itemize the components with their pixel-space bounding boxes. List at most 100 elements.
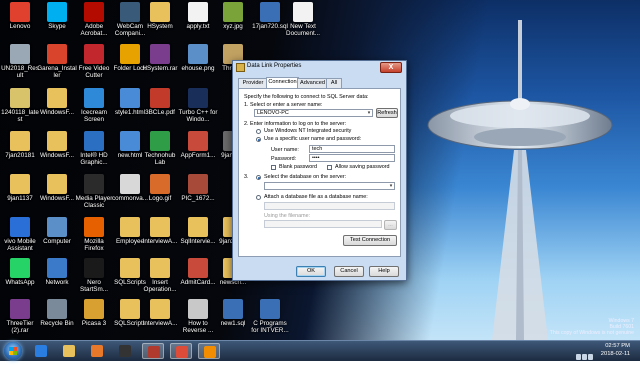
- start-button[interactable]: [4, 342, 22, 360]
- desktop-icon[interactable]: 3BCLe.pdf: [140, 88, 180, 116]
- desktop-icon[interactable]: apply.txt: [178, 2, 218, 30]
- desktop-icon[interactable]: SqlIntervie...: [178, 217, 218, 245]
- desktop-icon[interactable]: Insert Operation...: [140, 258, 180, 293]
- tab-connection[interactable]: Connection: [266, 77, 299, 88]
- dialog-titlebar[interactable]: Data Link Properties X: [233, 61, 406, 73]
- desktop-icon[interactable]: WhatsApp: [0, 258, 40, 286]
- desktop-icon[interactable]: Skype: [37, 2, 77, 30]
- sql-auth-radio[interactable]: [256, 137, 261, 142]
- desktop-icon[interactable]: PIC_1672...: [178, 174, 218, 202]
- file-icon: [10, 44, 30, 64]
- attach-database-radio[interactable]: [256, 195, 261, 200]
- clapper-taskbar-button[interactable]: [114, 343, 136, 359]
- desktop-icon[interactable]: Intel® HD Graphic...: [74, 131, 114, 166]
- desktop-icon-label: InterviewA...: [142, 320, 178, 327]
- blank-password-checkbox[interactable]: [271, 165, 276, 170]
- desktop-icon[interactable]: Lenovo: [0, 2, 40, 30]
- desktop-icon[interactable]: new1.sql: [213, 299, 253, 327]
- desktop-icon[interactable]: UN2018_Result: [0, 44, 40, 79]
- desktop-icon[interactable]: InterviewA...: [140, 299, 180, 327]
- desktop-icon[interactable]: Computer: [37, 217, 77, 245]
- tab-provider[interactable]: Provider: [238, 78, 268, 88]
- desktop-icon-label: apply.txt: [186, 23, 210, 30]
- desktop-icon[interactable]: WindowsF...: [37, 88, 77, 116]
- username-input[interactable]: tech: [309, 145, 395, 153]
- desktop-icon[interactable]: HSystem.rar: [140, 44, 180, 72]
- chevron-down-icon[interactable]: ▾: [388, 183, 394, 189]
- tab-advanced[interactable]: Advanced: [297, 78, 328, 88]
- database-combobox[interactable]: ▾: [264, 182, 395, 190]
- desktop-icon[interactable]: Technohub Lab: [140, 131, 180, 166]
- desktop-icon[interactable]: Free Video Cutter: [74, 44, 114, 79]
- password-input[interactable]: ••••: [309, 154, 395, 162]
- flag-icon[interactable]: [588, 354, 593, 360]
- file-icon: [10, 88, 30, 108]
- desktop-icon[interactable]: WindowsF...: [37, 174, 77, 202]
- desktop-icon[interactable]: ThreeTier (2).rar: [0, 299, 40, 334]
- server-name-combobox[interactable]: LENOVO-PC ▾: [254, 109, 373, 117]
- file-icon: [150, 131, 170, 151]
- desktop-icon-label: HSystem.rar: [142, 65, 178, 72]
- desktop-icon[interactable]: Garena_Installer: [37, 44, 77, 79]
- network-icon[interactable]: [576, 354, 581, 360]
- explorer-taskbar-button[interactable]: [58, 343, 80, 359]
- vlc-taskbar-button[interactable]: [198, 343, 220, 359]
- desktop-icon[interactable]: ehouse.png: [178, 44, 218, 72]
- desktop-icon[interactable]: Adobe Acrobat...: [74, 2, 114, 37]
- browse-button[interactable]: ...: [384, 220, 397, 230]
- desktop-icon-label: vivo Mobile Assistant: [4, 238, 36, 252]
- desktop-icon[interactable]: Logo.gif: [140, 174, 180, 202]
- desktop-icon[interactable]: How to Reverse ...: [178, 299, 218, 334]
- desktop-icon[interactable]: C Programs for INTVER...: [250, 299, 290, 334]
- desktop-icon[interactable]: 1240118_latest: [0, 88, 40, 123]
- cancel-button[interactable]: Cancel: [334, 266, 364, 277]
- desktop-icon[interactable]: 7jan20181: [0, 131, 40, 159]
- volume-icon[interactable]: [582, 354, 587, 360]
- desktop-icon[interactable]: Nero StartSm...: [74, 258, 114, 293]
- ie-taskbar-button[interactable]: [30, 343, 52, 359]
- file-icon: [47, 258, 67, 278]
- media-player-taskbar-button[interactable]: [86, 343, 108, 359]
- windows-logo-icon: [9, 347, 17, 355]
- desktop-icon[interactable]: Recycle Bin: [37, 299, 77, 327]
- filename-input[interactable]: [264, 220, 382, 228]
- help-button[interactable]: Help: [369, 266, 399, 277]
- desktop-icon[interactable]: Media Player Classic: [74, 174, 114, 209]
- tab-all[interactable]: All: [326, 78, 342, 88]
- file-icon: [150, 258, 170, 278]
- file-icon: [188, 258, 208, 278]
- close-button[interactable]: X: [380, 62, 402, 73]
- desktop-icon[interactable]: InterviewA...: [140, 217, 180, 245]
- step3-label: 3.: [244, 174, 249, 180]
- ok-button[interactable]: OK: [296, 266, 326, 277]
- desktop-icon[interactable]: xyz.jpg: [213, 2, 253, 30]
- windows-auth-radio[interactable]: [256, 129, 261, 134]
- chrome-taskbar-button[interactable]: [170, 343, 192, 359]
- clock[interactable]: 02:57 PM 2018-02-11: [601, 343, 630, 358]
- intro-text: Specify the following to connect to SQL …: [244, 94, 369, 100]
- desktop-icon[interactable]: WindowsF...: [37, 131, 77, 159]
- tools-taskbar-button[interactable]: [142, 343, 164, 359]
- desktop-icon-label: Turbo C++ for Windo...: [178, 109, 218, 123]
- chevron-down-icon[interactable]: ▾: [366, 110, 372, 116]
- desktop-icon[interactable]: Icecream Screen: [74, 88, 114, 123]
- select-database-radio[interactable]: [256, 175, 261, 180]
- desktop-icon[interactable]: AdmitCard...: [178, 258, 218, 286]
- attach-database-input[interactable]: [264, 202, 395, 210]
- file-icon: [120, 299, 140, 319]
- desktop-icon[interactable]: Turbo C++ for Windo...: [178, 88, 218, 123]
- allow-saving-checkbox[interactable]: [327, 165, 332, 170]
- desktop-icon[interactable]: Network: [37, 258, 77, 286]
- desktop-icon[interactable]: Picasa 3: [74, 299, 114, 327]
- desktop-icon-label: Computer: [43, 238, 71, 245]
- desktop-icon[interactable]: New Text Document...: [283, 2, 323, 37]
- test-connection-button[interactable]: Test Connection: [343, 235, 397, 246]
- desktop-icon[interactable]: 9jan1137: [0, 174, 40, 202]
- file-icon: [10, 174, 30, 194]
- desktop-icon[interactable]: AppForm1...: [178, 131, 218, 159]
- desktop-icon[interactable]: vivo Mobile Assistant: [0, 217, 40, 252]
- desktop-icon-label: Skype: [48, 23, 66, 30]
- desktop-icon[interactable]: HSystem: [140, 2, 180, 30]
- desktop-icon[interactable]: Mozilla Firefox: [74, 217, 114, 252]
- refresh-button[interactable]: Refresh: [376, 108, 398, 118]
